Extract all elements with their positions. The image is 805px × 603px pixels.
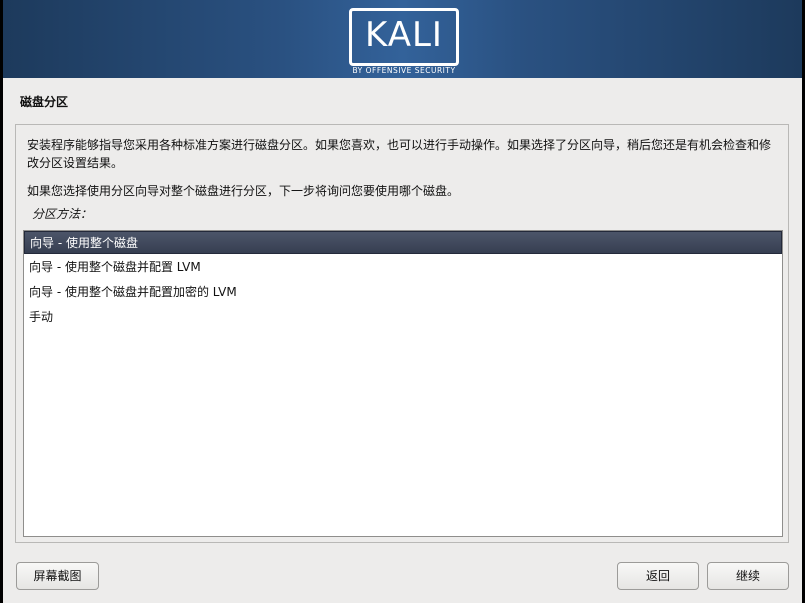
content-panel: 安装程序能够指导您采用各种标准方案进行磁盘分区。如果您喜欢，也可以进行手动操作。…: [15, 124, 789, 543]
description-text: 安装程序能够指导您采用各种标准方案进行磁盘分区。如果您喜欢，也可以进行手动操作。…: [27, 138, 772, 170]
screenshot-button[interactable]: 屏幕截图: [16, 562, 99, 590]
description-text-2: 如果您选择使用分区向导对整个磁盘进行分区，下一步将询问您要使用哪个磁盘。: [27, 184, 460, 198]
option-guided-entire-disk[interactable]: 向导 - 使用整个磁盘: [24, 231, 782, 254]
partition-method-label: 分区方法：: [32, 207, 93, 221]
page-title: 磁盘分区: [20, 95, 69, 109]
back-button[interactable]: 返回: [617, 562, 699, 590]
kali-logo-subtitle: BY OFFENSIVE SECURITY: [352, 66, 456, 75]
installer-window: KALI BY OFFENSIVE SECURITY 磁盘分区 安装程序能够指导…: [3, 0, 802, 603]
kali-banner: KALI BY OFFENSIVE SECURITY: [3, 0, 802, 78]
partition-method-list[interactable]: 向导 - 使用整个磁盘 向导 - 使用整个磁盘并配置 LVM 向导 - 使用整个…: [23, 230, 783, 537]
option-manual[interactable]: 手动: [24, 306, 782, 329]
kali-logo: KALI: [349, 8, 459, 66]
kali-logo-text: KALI: [365, 15, 443, 55]
option-guided-encrypted-lvm[interactable]: 向导 - 使用整个磁盘并配置加密的 LVM: [24, 281, 782, 304]
continue-button[interactable]: 继续: [707, 562, 789, 590]
option-guided-lvm[interactable]: 向导 - 使用整个磁盘并配置 LVM: [24, 256, 782, 279]
